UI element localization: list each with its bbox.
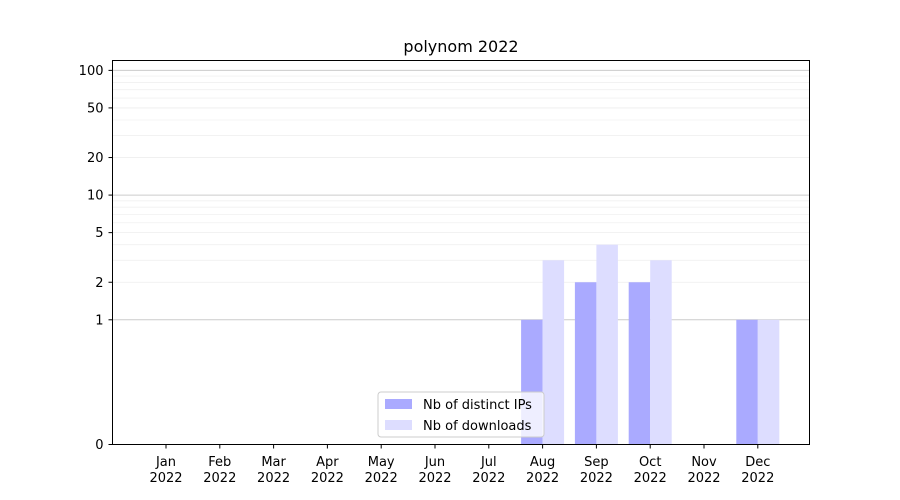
x-tick-label-month: Jun <box>424 455 445 470</box>
x-tick-label-month: Sep <box>584 455 609 470</box>
x-tick-label-month: Nov <box>691 455 717 470</box>
x-tick-label-month: May <box>368 455 395 470</box>
legend-label-downloads: Nb of downloads <box>423 419 532 434</box>
x-tick-label-year: 2022 <box>149 471 182 486</box>
x-tick-label-year: 2022 <box>580 471 613 486</box>
grid-lines <box>112 69 810 321</box>
x-tick-label-month: Mar <box>261 455 286 470</box>
legend-swatch-downloads <box>385 420 412 430</box>
x-tick-label-year: 2022 <box>257 471 290 486</box>
bars <box>521 244 780 445</box>
legend-label-distinct-ips: Nb of distinct IPs <box>423 398 532 413</box>
y-tick-label: 20 <box>87 151 104 166</box>
y-tick-label: 1 <box>95 313 103 328</box>
plot-frame <box>112 60 810 445</box>
bar <box>736 319 758 445</box>
x-tick-label-month: Dec <box>745 455 770 470</box>
x-tick-label-month: Jul <box>480 455 497 470</box>
x-tick-label-year: 2022 <box>418 471 451 486</box>
bar <box>628 282 651 445</box>
x-tick-label-year: 2022 <box>687 471 720 486</box>
chart: polynom 2022 0125102050100 Jan2022Feb202… <box>79 37 810 486</box>
x-tick-label-year: 2022 <box>365 471 398 486</box>
x-tick-label-year: 2022 <box>526 471 559 486</box>
x-tick-label-year: 2022 <box>741 471 774 486</box>
legend-swatch-distinct-ips <box>385 399 412 409</box>
y-tick-label: 2 <box>95 276 103 291</box>
x-tick-label-month: Aug <box>530 455 555 470</box>
bar <box>574 282 597 445</box>
y-axis: 0 1 2 5 10 20 50 100 <box>79 64 113 453</box>
x-tick-label-month: Jan <box>155 455 176 470</box>
x-tick-label-year: 2022 <box>203 471 236 486</box>
bar <box>596 244 618 445</box>
bar <box>757 319 780 445</box>
y-tick-label: 100 <box>79 64 104 79</box>
x-tick-label-year: 2022 <box>311 471 344 486</box>
x-tick-label-year: 2022 <box>634 471 667 486</box>
y-tick-label: 5 <box>95 226 103 241</box>
chart-title: polynom 2022 <box>403 37 518 56</box>
x-tick-label-year: 2022 <box>472 471 505 486</box>
bar <box>542 260 565 445</box>
x-axis: Jan2022Feb2022Mar2022Apr2022May2022Jun20… <box>149 444 774 486</box>
y-tick-label: 0 <box>95 438 103 453</box>
y-tick-label: 50 <box>87 101 104 116</box>
bar <box>650 260 672 445</box>
x-tick-label-month: Oct <box>639 455 661 470</box>
legend: Nb of distinct IPs Nb of downloads <box>377 391 545 438</box>
y-tick-label: 10 <box>87 189 104 204</box>
x-tick-label-month: Apr <box>316 455 339 470</box>
x-tick-label-month: Feb <box>208 455 231 470</box>
